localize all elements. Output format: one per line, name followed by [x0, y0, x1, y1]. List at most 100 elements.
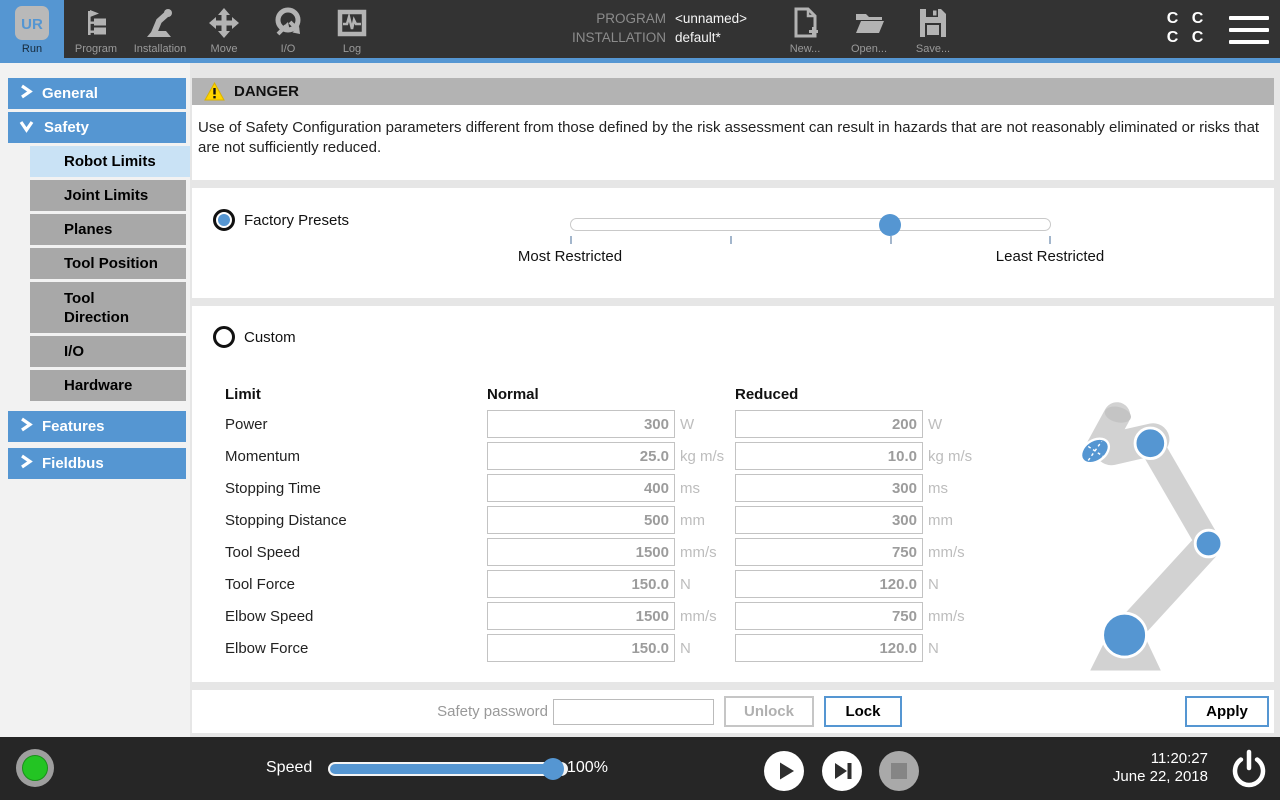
power-normal-input[interactable] — [487, 410, 675, 438]
unit-label: mm/s — [923, 608, 983, 625]
slider-min-label: Most Restricted — [518, 248, 622, 265]
session-letter: C — [1160, 29, 1185, 47]
step-button[interactable] — [822, 751, 862, 791]
tab-installation[interactable]: Installation — [128, 0, 192, 58]
sidebar-group-label: General — [42, 85, 98, 102]
unit-label: mm/s — [923, 544, 983, 561]
stop-button[interactable] — [879, 751, 919, 791]
custom-radio[interactable] — [213, 326, 235, 348]
speed-value: 100% — [567, 759, 608, 777]
robot-status-light[interactable] — [16, 749, 54, 787]
sidebar: General Safety Robot Limits Joint Limits… — [0, 63, 190, 737]
unit-label: ms — [923, 480, 983, 497]
robot-arm-graphic — [1052, 388, 1262, 683]
sidebar-group-general[interactable]: General — [8, 78, 186, 109]
table-row-tool-force: Tool Force N N — [225, 568, 983, 600]
clock: 11:20:27 June 22, 2018 — [1113, 750, 1208, 786]
elbow-force-reduced-input[interactable] — [735, 634, 923, 662]
installation-label: INSTALLATION — [530, 30, 666, 45]
sidebar-item-joint-limits[interactable]: Joint Limits — [30, 180, 186, 211]
column-reduced: Reduced — [735, 386, 798, 403]
factory-presets-radio[interactable] — [213, 209, 235, 231]
unit-label: kg m/s — [923, 448, 983, 465]
clock-time: 11:20:27 — [1113, 750, 1208, 768]
unit-label: mm — [923, 512, 983, 529]
tab-run[interactable]: UR Run — [0, 0, 64, 58]
stopping-time-reduced-input[interactable] — [735, 474, 923, 502]
ur-logo-icon: UR — [14, 3, 50, 43]
table-row-tool-speed: Tool Speed mm/s mm/s — [225, 536, 983, 568]
radio-selected-dot — [218, 214, 230, 226]
sidebar-group-fieldbus[interactable]: Fieldbus — [8, 448, 186, 479]
stopping-time-normal-input[interactable] — [487, 474, 675, 502]
tool-force-normal-input[interactable] — [487, 570, 675, 598]
tab-move[interactable]: Move — [192, 0, 256, 58]
sidebar-item-tool-position[interactable]: Tool Position — [30, 248, 186, 279]
table-row-momentum: Momentum kg m/s kg m/s — [225, 440, 983, 472]
new-button[interactable]: New... — [777, 5, 833, 55]
safety-footer-panel: Safety password Unlock Lock Apply — [192, 690, 1274, 733]
tab-io[interactable]: I/O — [256, 0, 320, 58]
lock-button[interactable]: Lock — [824, 696, 902, 727]
chevron-down-icon — [18, 118, 35, 137]
safety-password-label: Safety password — [417, 703, 548, 720]
table-row-stopping-time: Stopping Time ms ms — [225, 472, 983, 504]
unit-label: mm/s — [675, 608, 735, 625]
column-normal: Normal — [487, 386, 735, 403]
content-area: DANGER Use of Safety Configuration param… — [192, 63, 1274, 737]
unlock-button[interactable]: Unlock — [724, 696, 814, 727]
momentum-reduced-input[interactable] — [735, 442, 923, 470]
sidebar-item-io[interactable]: I/O — [30, 336, 186, 367]
warning-icon — [204, 82, 225, 101]
row-label: Elbow Speed — [225, 608, 487, 625]
power-button[interactable] — [1229, 748, 1269, 788]
tool-speed-reduced-input[interactable] — [735, 538, 923, 566]
save-button[interactable]: Save... — [905, 5, 961, 55]
stop-icon — [879, 751, 919, 791]
unit-label: mm/s — [675, 544, 735, 561]
speed-slider[interactable] — [328, 762, 568, 776]
elbow-force-normal-input[interactable] — [487, 634, 675, 662]
limits-table-header: Limit Normal Reduced — [225, 380, 983, 408]
speed-slider-handle[interactable] — [542, 758, 564, 780]
hamburger-menu-icon[interactable] — [1229, 16, 1269, 44]
installation-icon — [143, 3, 177, 43]
tab-log[interactable]: Log — [320, 0, 384, 58]
elbow-speed-reduced-input[interactable] — [735, 602, 923, 630]
apply-button[interactable]: Apply — [1185, 696, 1269, 727]
installation-name: default* — [675, 30, 747, 45]
top-bar: UR Run Program Installation Move — [0, 0, 1280, 58]
sidebar-group-label: Fieldbus — [42, 455, 104, 472]
restriction-slider-handle[interactable] — [879, 214, 901, 236]
stopping-distance-normal-input[interactable] — [487, 506, 675, 534]
chevron-right-icon — [18, 83, 33, 104]
tool-speed-normal-input[interactable] — [487, 538, 675, 566]
power-reduced-input[interactable] — [735, 410, 923, 438]
sidebar-group-features[interactable]: Features — [8, 411, 186, 442]
play-icon — [764, 751, 804, 791]
table-row-power: Power W W — [225, 408, 983, 440]
sidebar-item-tool-direction[interactable]: Tool Direction — [30, 282, 186, 333]
elbow-speed-normal-input[interactable] — [487, 602, 675, 630]
sidebar-item-hardware[interactable]: Hardware — [30, 370, 186, 401]
open-button[interactable]: Open... — [841, 5, 897, 55]
table-row-stopping-distance: Stopping Distance mm mm — [225, 504, 983, 536]
speed-label: Speed — [266, 759, 312, 777]
tab-program[interactable]: Program — [64, 0, 128, 58]
tool-force-reduced-input[interactable] — [735, 570, 923, 598]
safety-password-input[interactable] — [553, 699, 714, 725]
play-button[interactable] — [764, 751, 804, 791]
restriction-slider-track[interactable] — [570, 218, 1051, 231]
factory-presets-panel: Factory Presets Most Restricted Least Re… — [192, 188, 1274, 298]
sidebar-item-planes[interactable]: Planes — [30, 214, 186, 245]
slider-ticks — [570, 236, 1051, 245]
sidebar-item-robot-limits[interactable]: Robot Limits — [30, 146, 190, 177]
main-area: General Safety Robot Limits Joint Limits… — [0, 63, 1280, 737]
chevron-right-icon — [18, 416, 33, 437]
program-icon — [79, 3, 113, 43]
restriction-slider: Most Restricted Least Restricted — [570, 218, 1051, 268]
momentum-normal-input[interactable] — [487, 442, 675, 470]
stopping-distance-reduced-input[interactable] — [735, 506, 923, 534]
sidebar-group-safety[interactable]: Safety — [8, 112, 186, 143]
sidebar-item-label: Joint Limits — [64, 187, 148, 204]
